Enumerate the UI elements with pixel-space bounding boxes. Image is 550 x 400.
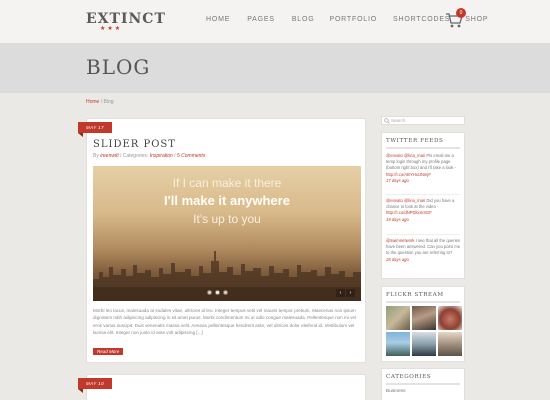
breadcrumb: Home / Blog <box>86 99 114 105</box>
flickr-photo-grid <box>386 306 462 356</box>
tweet-item: @swimnetwork I see that all the queries … <box>386 238 462 263</box>
widget-divider <box>386 301 460 303</box>
nav-item-shop[interactable]: SHOP <box>465 16 488 23</box>
breadcrumb-current: Blog <box>103 99 114 105</box>
search-placeholder: Search <box>391 118 406 123</box>
slider-prev-button[interactable]: ‹ <box>336 289 345 297</box>
flickr-photo[interactable] <box>386 306 410 330</box>
nav-item-home[interactable]: HOME <box>206 16 230 23</box>
page-title-band: BLOG <box>0 43 550 93</box>
flickr-widget: FLICKR STREAM <box>381 286 465 362</box>
flickr-photo[interactable] <box>386 332 410 356</box>
tweet-item: @envato @lina_mari Pls email me a temp l… <box>386 153 462 184</box>
twitter-widget: TWITTER FEEDS @envato @lina_mari Pls ema… <box>381 132 465 279</box>
meta-cat-prefix: Categories: <box>122 153 150 159</box>
widget-title: TWITTER FEEDS <box>386 138 444 144</box>
breadcrumb-home[interactable]: Home <box>86 99 99 105</box>
post-date-ribbon: MAY 17 <box>78 122 112 137</box>
tweet-divider <box>386 194 460 195</box>
post-card: MAY 17 SLIDER POST By ireenwiti / Catego… <box>78 118 366 363</box>
slider-dot[interactable] <box>207 290 212 295</box>
page-title: BLOG <box>86 55 151 79</box>
slide-quote-line-2: I'll make it anywhere <box>164 193 290 208</box>
logo-text: EXTINCT <box>86 11 166 27</box>
nav-item-shortcodes[interactable]: SHORTCODES <box>393 16 450 23</box>
cart-count-badge: 0 <box>456 8 466 18</box>
slider-arrows: ‹ › <box>335 289 355 297</box>
category-link[interactable]: Business <box>386 389 405 394</box>
tweet-user[interactable]: @envato <box>386 153 403 158</box>
tweet-mention[interactable]: @lina_mari <box>404 153 425 158</box>
search-icon <box>384 118 390 124</box>
meta-author[interactable]: ireenwiti <box>100 153 118 159</box>
post-meta: By ireenwiti / Categories: Inspiration /… <box>93 153 205 159</box>
tweet-time: 17 days ago <box>386 177 409 183</box>
search-input[interactable]: Search <box>381 116 465 125</box>
flickr-photo[interactable] <box>438 332 462 356</box>
post-title[interactable]: SLIDER POST <box>93 139 176 150</box>
flickr-photo[interactable] <box>412 332 436 356</box>
tweet-time: 19 days ago <box>386 216 409 222</box>
nav-item-portfolio[interactable]: PORTFOLIO <box>329 16 377 23</box>
meta-category[interactable]: Inspiration <box>150 153 173 159</box>
tweet-link[interactable]: http://t.co/ABYHxUNmjF <box>386 172 431 177</box>
image-slider[interactable]: If I can make it there I'll make it anyw… <box>93 166 361 301</box>
read-more-button[interactable]: Read More <box>93 348 124 355</box>
post-excerpt: Morbi leo lacus, malesuada at sodales vi… <box>93 308 357 336</box>
header-bar: EXTINCT ★★★ HOME PAGES BLOG PORTFOLIO SH… <box>0 0 550 43</box>
slider-dot-active[interactable] <box>215 290 220 295</box>
flickr-photo[interactable] <box>412 306 436 330</box>
post-card: MAY 10 <box>78 374 366 400</box>
widget-title: FLICKR STREAM <box>386 292 444 298</box>
slider-dot[interactable] <box>223 290 228 295</box>
slider-pagination <box>207 290 231 295</box>
slider-next-button[interactable]: › <box>346 289 355 297</box>
flickr-photo[interactable] <box>438 306 462 330</box>
tweet-time: 28 days ago <box>386 256 409 262</box>
post-date-ribbon: MAY 10 <box>78 378 112 393</box>
logo-stars: ★★★ <box>100 25 123 32</box>
tweet-mention[interactable]: @lina_mari <box>404 198 425 203</box>
widget-title: CATEGORIES <box>386 374 432 380</box>
widget-divider <box>386 147 460 149</box>
tweet-item: @envato @lina_mari Did you have a chance… <box>386 198 462 223</box>
slide-quote-line-3: It's up to you <box>193 212 261 226</box>
tweet-link[interactable]: http://t.co/dNPDkxmSGF <box>386 210 432 215</box>
widget-divider <box>386 383 460 385</box>
tweet-user[interactable]: @envato <box>386 198 403 203</box>
tweet-divider <box>386 234 460 235</box>
nav-item-blog[interactable]: BLOG <box>292 16 315 23</box>
slide-quote-line-1: If I can make it there <box>172 176 282 190</box>
meta-comments[interactable]: 5 Comments <box>177 153 205 159</box>
tweet-user[interactable]: @swimnetwork <box>386 238 414 243</box>
categories-widget: CATEGORIES Business <box>381 368 465 400</box>
nav-item-pages[interactable]: PAGES <box>247 16 275 23</box>
logo[interactable]: EXTINCT ★★★ <box>86 8 166 32</box>
